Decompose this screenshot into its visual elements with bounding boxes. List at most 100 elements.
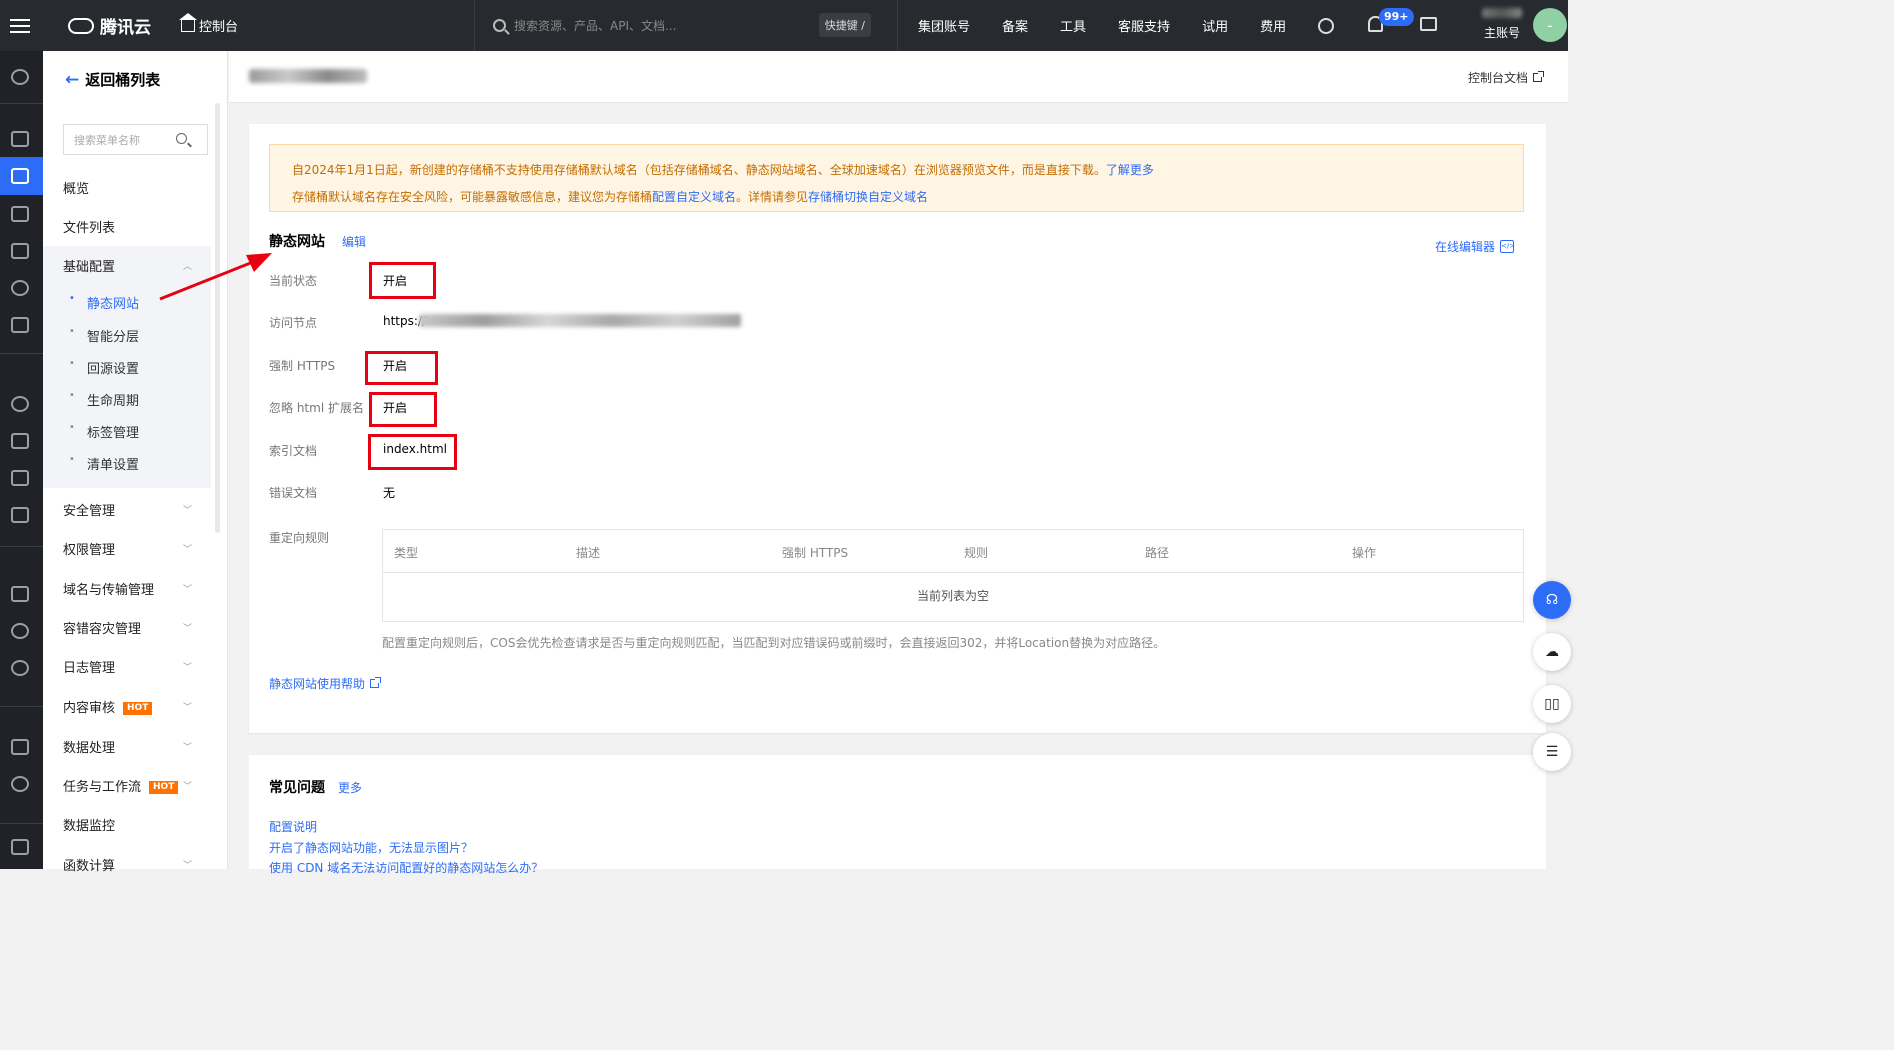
custom-domain-link[interactable]: 配置自定义域名	[652, 190, 736, 204]
checklist-icon[interactable]	[11, 317, 29, 333]
sidebar-item-data-monitoring[interactable]: 数据监控	[63, 815, 115, 834]
grid-icon[interactable]	[11, 131, 29, 147]
shield-icon[interactable]	[11, 776, 29, 792]
sidebar-group-basic-config-title[interactable]: 基础配置	[63, 256, 115, 275]
edit-button[interactable]: 编辑	[342, 233, 366, 250]
sidebar-item-security[interactable]: 安全管理	[63, 500, 115, 519]
product-hexagon-icon[interactable]	[11, 69, 29, 85]
headset-icon: ☊	[1545, 592, 1559, 608]
cloud-assistant-button[interactable]: ☁	[1533, 633, 1571, 671]
zoom-icon[interactable]	[11, 623, 29, 639]
redirect-rules-label: 重定向规则	[269, 531, 330, 545]
learn-more-link[interactable]: 了解更多	[1106, 163, 1154, 177]
radar-icon[interactable]	[11, 396, 29, 412]
code-icon: </>	[1500, 240, 1515, 253]
sidebar-item-content-moderation[interactable]: 内容审核 HOT	[63, 697, 153, 716]
faq-more-link[interactable]: 更多	[338, 779, 362, 796]
sidebar-item-overview[interactable]: 概览	[63, 178, 89, 197]
back-to-bucket-list[interactable]: ← 返回桶列表	[65, 69, 160, 90]
sidebar-item-file-list[interactable]: 文件列表	[63, 217, 115, 236]
sidebar-item-logs[interactable]: 日志管理	[63, 657, 115, 676]
check-box-icon[interactable]	[11, 470, 29, 486]
hamburger-icon	[10, 18, 30, 33]
home-icon	[179, 12, 197, 32]
outline-button[interactable]: ☰	[1533, 733, 1571, 771]
annotation-box	[369, 262, 436, 299]
top-menu-beian[interactable]: 备案	[1002, 16, 1028, 35]
chevron-down-icon: ﹀	[183, 506, 193, 516]
menu-search-input[interactable]: 搜索菜单名称	[63, 124, 208, 155]
docs-button[interactable]: ▯▯	[1533, 685, 1571, 723]
sidebar-item-static-website[interactable]: 静态网站	[69, 293, 139, 312]
sidebar-item-label: 函数计算	[63, 859, 116, 874]
avatar[interactable]: -	[1533, 8, 1567, 42]
sidebar-item-disaster-recovery[interactable]: 容错容灾管理	[63, 618, 141, 637]
sidebar-item-label: 安全管理	[63, 504, 116, 519]
sidebar-item-intelligent-tiering[interactable]: 智能分层	[69, 326, 139, 345]
annotation-box	[365, 351, 438, 385]
trash-icon[interactable]	[11, 586, 29, 602]
sidebar-item-label: 容错容灾管理	[63, 622, 142, 637]
top-menu-tools[interactable]: 工具	[1060, 16, 1086, 35]
global-search[interactable]: 搜索资源、产品、API、文档... 快捷键 /	[474, 0, 898, 51]
faq-item[interactable]: 使用 CDN 域名无法访问配置好的静态网站怎么办？	[269, 859, 543, 876]
sidebar-item-lifecycle[interactable]: 生命周期	[69, 390, 139, 409]
mini-program-icon[interactable]	[1318, 17, 1335, 34]
sidebar-item-domain-transfer[interactable]: 域名与传输管理	[63, 579, 154, 598]
sidebar-item-function-compute[interactable]: 函数计算	[63, 855, 115, 874]
search-icon	[493, 19, 506, 32]
column-actions: 操作	[1352, 546, 1377, 560]
arrow-left-icon: ←	[65, 69, 80, 90]
hot-badge: HOT	[123, 702, 153, 715]
cart-icon[interactable]	[1420, 17, 1437, 31]
rail-divider	[0, 706, 43, 707]
sidebar-item-data-processing[interactable]: 数据处理	[63, 737, 115, 756]
faq-item[interactable]: 配置说明	[269, 818, 317, 835]
database-icon[interactable]	[11, 507, 29, 523]
sidebar-item-label: 数据处理	[63, 741, 116, 756]
calendar-icon[interactable]	[11, 243, 29, 259]
brand-logo[interactable]: 腾讯云	[68, 13, 151, 38]
menu-scrollbar[interactable]	[215, 103, 220, 533]
sidebar-item-permissions[interactable]: 权限管理	[63, 539, 115, 558]
top-menu-support[interactable]: 客服支持	[1118, 16, 1170, 35]
column-type: 类型	[394, 546, 419, 560]
flow-icon[interactable]	[11, 433, 29, 449]
avatar-initial: -	[1547, 15, 1553, 35]
product-icon-rail	[0, 51, 43, 869]
sidebar-item-inventory[interactable]: 清单设置	[69, 454, 139, 473]
customer-service-button[interactable]: ☊	[1533, 581, 1571, 619]
column-path: 路径	[1145, 546, 1170, 560]
redirect-rules-table: 类型 描述 强制 HTTPS 规则 路径 操作 当前列表为空	[382, 529, 1524, 622]
rail-item-cos-active[interactable]	[0, 157, 43, 195]
online-editor-button[interactable]: 在线编辑器 </>	[1435, 238, 1515, 255]
notice-banner: 自2024年1月1日起，新创建的存储桶不支持使用存储桶默认域名（包括存储桶域名、…	[269, 144, 1524, 212]
sidebar-item-jobs-workflows[interactable]: 任务与工作流 HOT	[63, 776, 179, 795]
faq-item[interactable]: 开启了静态网站功能，无法显示图片？	[269, 839, 473, 856]
cloud-icon: ☁	[1545, 644, 1559, 660]
server-icon[interactable]	[11, 739, 29, 755]
chevron-down-icon: ﹀	[183, 663, 193, 673]
console-doc-link[interactable]: 控制台文档	[1468, 69, 1544, 86]
console-label: 控制台	[199, 20, 239, 35]
switch-domain-link[interactable]: 存储桶切换自定义域名	[808, 190, 928, 204]
sidebar-item-tags[interactable]: 标签管理	[69, 422, 139, 441]
account-menu[interactable]: 主账号	[1476, 6, 1528, 41]
list-menu-icon[interactable]	[11, 839, 29, 855]
sidebar-item-origin-settings[interactable]: 回源设置	[69, 358, 139, 377]
storage-icon	[11, 168, 29, 184]
static-website-help-link[interactable]: 静态网站使用帮助	[269, 675, 382, 692]
annotation-box	[368, 434, 457, 470]
console-home-link[interactable]: 控制台	[179, 12, 239, 35]
brand-name: 腾讯云	[100, 18, 151, 38]
pie-chart-icon[interactable]	[11, 280, 29, 296]
empty-state: 当前列表为空	[916, 589, 989, 603]
top-menu-group-account[interactable]: 集团账号	[918, 16, 970, 35]
top-menu-trial[interactable]: 试用	[1202, 16, 1228, 35]
menu-toggle[interactable]	[0, 0, 40, 51]
link-icon[interactable]	[11, 206, 29, 222]
gauge-icon[interactable]	[11, 660, 29, 676]
top-menu-billing[interactable]: 费用	[1260, 16, 1286, 35]
sidebar-item-label: 任务与工作流	[63, 780, 142, 795]
list-icon: ☰	[1545, 744, 1559, 760]
